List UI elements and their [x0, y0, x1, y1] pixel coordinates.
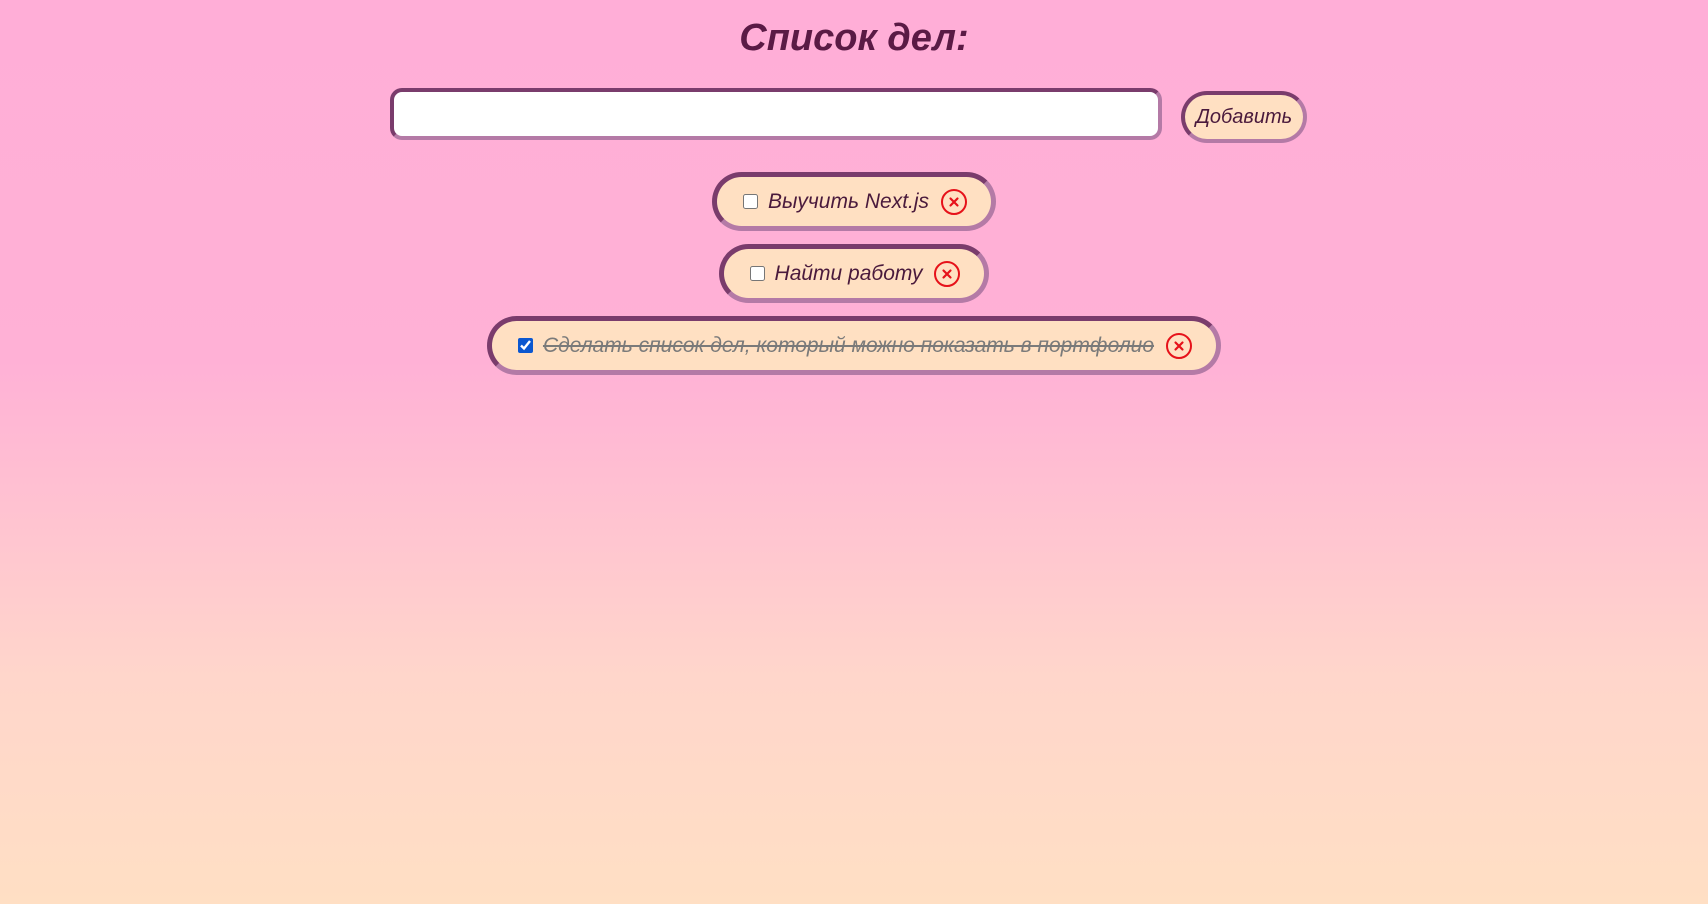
task-pill: Сделать список дел, который можно показа…	[486, 316, 1222, 375]
delete-task-button[interactable]	[1166, 332, 1193, 359]
delete-task-button[interactable]	[941, 188, 968, 215]
task-checkbox[interactable]	[749, 266, 765, 281]
task-checkbox[interactable]	[742, 194, 758, 209]
task-text: Сделать список дел, который можно показа…	[542, 333, 1155, 357]
todo-app: Список дел: Добавить Выучить Next.js Най…	[0, 0, 1708, 904]
task-item: Найти работу	[0, 244, 1708, 303]
close-circle-icon	[1174, 340, 1184, 351]
delete-task-button[interactable]	[934, 260, 961, 287]
task-list: Выучить Next.js Найти работу Сделать спи…	[0, 172, 1708, 388]
add-task-form: Добавить	[390, 88, 1310, 148]
task-pill: Найти работу	[718, 244, 990, 303]
task-checkbox[interactable]	[517, 338, 533, 353]
add-task-button[interactable]: Добавить	[1181, 91, 1307, 143]
task-text: Выучить Next.js	[767, 189, 930, 213]
page-title: Список дел:	[739, 17, 969, 59]
close-circle-icon	[942, 268, 953, 279]
new-task-input[interactable]	[390, 88, 1162, 140]
task-pill: Выучить Next.js	[711, 172, 997, 231]
task-text: Найти работу	[774, 261, 923, 285]
close-circle-icon	[949, 196, 959, 207]
task-item: Выучить Next.js	[0, 172, 1708, 231]
task-item: Сделать список дел, который можно показа…	[0, 316, 1708, 375]
